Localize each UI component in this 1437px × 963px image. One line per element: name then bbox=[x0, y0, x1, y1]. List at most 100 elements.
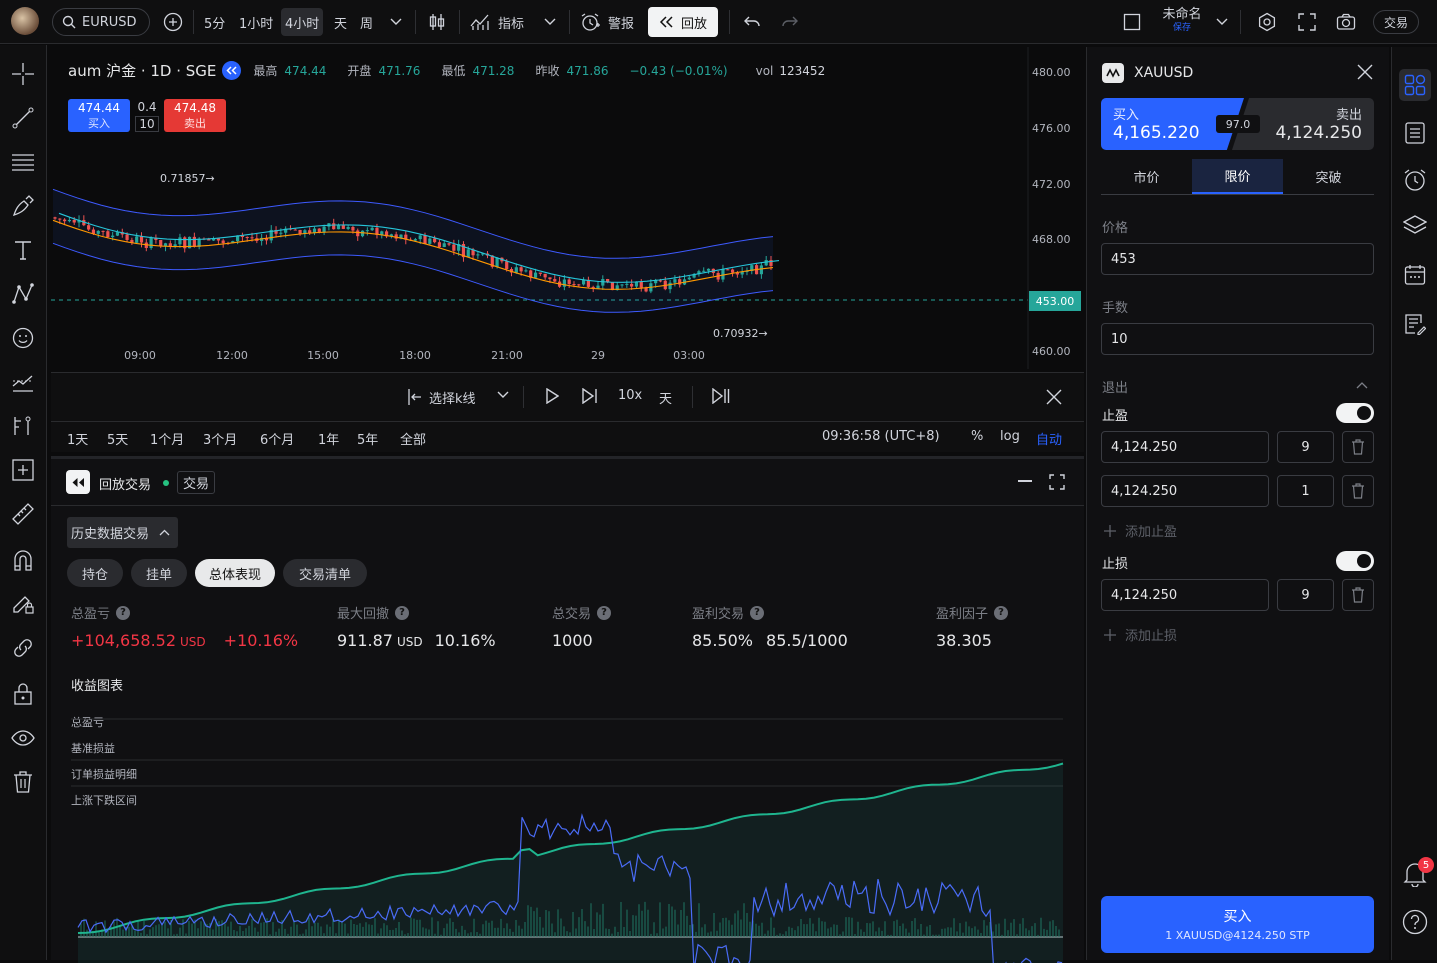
add-take-profit-button[interactable]: 添加止盈 bbox=[1103, 521, 1177, 540]
collapse-exit-button[interactable] bbox=[1356, 382, 1368, 389]
screenshot-button[interactable] bbox=[1335, 8, 1357, 36]
range-item[interactable]: 1年 bbox=[318, 429, 339, 448]
delete-drawings-tool[interactable] bbox=[10, 769, 36, 795]
speed-button[interactable]: 10x bbox=[618, 388, 642, 403]
panel-tag[interactable]: 交易 bbox=[177, 471, 215, 494]
add-symbol-button[interactable] bbox=[162, 8, 184, 36]
tp-price-input-1[interactable]: 4,124.250 bbox=[1101, 431, 1269, 463]
take-profit-toggle[interactable] bbox=[1336, 403, 1374, 423]
symbol-search-button[interactable]: EURUSD bbox=[52, 8, 150, 36]
help-icon[interactable]: ? bbox=[750, 606, 764, 620]
percent-scale-toggle[interactable]: % bbox=[971, 429, 983, 444]
emoji-tool[interactable] bbox=[10, 325, 36, 351]
sl-price-input-1[interactable]: 4,124.250 bbox=[1101, 579, 1269, 611]
interval-4h[interactable]: 4小时 bbox=[281, 8, 323, 36]
interval-1h[interactable]: 1小时 bbox=[235, 8, 277, 36]
text-tool[interactable] bbox=[10, 237, 36, 263]
fib-tool[interactable] bbox=[10, 149, 36, 175]
tab-orders[interactable]: 挂单 bbox=[131, 559, 187, 587]
tab-trade-list[interactable]: 交易清单 bbox=[283, 559, 367, 587]
visibility-tool[interactable] bbox=[10, 725, 36, 751]
details-button[interactable] bbox=[1400, 118, 1430, 148]
redo-button[interactable] bbox=[780, 8, 800, 36]
help-icon[interactable]: ? bbox=[994, 606, 1008, 620]
brush-tool[interactable] bbox=[10, 193, 36, 219]
tp-qty-input-1[interactable]: 9 bbox=[1277, 431, 1334, 463]
stop-loss-toggle[interactable] bbox=[1336, 551, 1374, 571]
step-forward-button[interactable] bbox=[582, 388, 598, 404]
sl-qty-input-1[interactable]: 9 bbox=[1277, 579, 1334, 611]
tab-stop[interactable]: 突破 bbox=[1283, 159, 1374, 194]
link-tool[interactable] bbox=[10, 635, 36, 661]
calendar-button[interactable] bbox=[1400, 260, 1430, 290]
price-chart[interactable]: aum 沪金 · 1D · SGE 最高 474.44 开盘 471.76 最低… bbox=[51, 47, 1084, 369]
undo-button[interactable] bbox=[742, 8, 762, 36]
tab-limit[interactable]: 限价 bbox=[1192, 159, 1283, 194]
tp-delete-button-2[interactable] bbox=[1342, 475, 1374, 507]
clock-display[interactable]: 09:36:58 (UTC+8) bbox=[822, 429, 940, 444]
range-item[interactable]: 5天 bbox=[107, 429, 128, 448]
pattern-tool[interactable] bbox=[10, 281, 36, 307]
add-stop-loss-button[interactable]: 添加止损 bbox=[1103, 625, 1177, 644]
range-item[interactable]: 全部 bbox=[400, 429, 426, 448]
tab-performance[interactable]: 总体表现 bbox=[195, 559, 275, 587]
help-icon[interactable]: ? bbox=[116, 606, 130, 620]
chart-type-button[interactable] bbox=[426, 8, 448, 36]
price-input[interactable]: 453 bbox=[1101, 243, 1374, 275]
crosshair-tool[interactable] bbox=[10, 61, 36, 87]
close-order-panel-button[interactable] bbox=[1357, 64, 1373, 80]
play-button[interactable] bbox=[545, 388, 559, 404]
mode-dropdown[interactable]: 历史数据交易 bbox=[67, 517, 178, 548]
help-button[interactable] bbox=[1400, 907, 1430, 937]
object-tree-button[interactable] bbox=[1400, 211, 1430, 241]
interval-5m[interactable]: 5分 bbox=[200, 8, 229, 36]
maximize-panel-button[interactable] bbox=[1049, 474, 1065, 490]
interval-1d[interactable]: 天 bbox=[330, 8, 351, 36]
watchlist-button[interactable] bbox=[1399, 69, 1431, 101]
lock-tool[interactable] bbox=[10, 681, 36, 707]
minimize-panel-button[interactable] bbox=[1018, 480, 1032, 482]
tp-qty-input-2[interactable]: 1 bbox=[1277, 475, 1334, 507]
select-bar-button[interactable]: 选择k线 bbox=[407, 386, 476, 408]
tab-market[interactable]: 市价 bbox=[1101, 159, 1192, 194]
tp-price-input-2[interactable]: 4,124.250 bbox=[1101, 475, 1269, 507]
help-icon[interactable]: ? bbox=[597, 606, 611, 620]
indicators-button[interactable]: 指标 bbox=[470, 8, 524, 36]
help-icon[interactable]: ? bbox=[395, 606, 409, 620]
magnet-tool[interactable] bbox=[10, 547, 36, 573]
jump-to-realtime-button[interactable] bbox=[712, 388, 730, 404]
lock-drawing-tool[interactable] bbox=[10, 591, 36, 617]
ruler-tool[interactable] bbox=[10, 501, 36, 527]
replay-button[interactable]: 回放 bbox=[648, 7, 718, 37]
step-interval-button[interactable]: 天 bbox=[659, 388, 672, 407]
auto-scale-toggle[interactable]: 自动 bbox=[1036, 429, 1062, 448]
submit-order-button[interactable]: 买入 1 XAUUSD@4124.250 STP bbox=[1101, 896, 1374, 953]
interval-1w[interactable]: 周 bbox=[356, 8, 377, 36]
indicators-dropdown[interactable] bbox=[542, 8, 558, 36]
tab-positions[interactable]: 持仓 bbox=[67, 559, 123, 587]
close-replay-button[interactable] bbox=[1046, 389, 1062, 405]
measure-tool[interactable] bbox=[10, 457, 36, 483]
notes-button[interactable] bbox=[1400, 309, 1430, 339]
tp-delete-button-1[interactable] bbox=[1342, 431, 1374, 463]
user-avatar[interactable] bbox=[11, 7, 39, 35]
layout-name-button[interactable]: 未命名 保存 bbox=[1160, 8, 1204, 33]
alert-button[interactable]: 警报 bbox=[580, 8, 634, 36]
sl-delete-button-1[interactable] bbox=[1342, 579, 1374, 611]
range-item[interactable]: 1天 bbox=[67, 429, 88, 448]
range-item[interactable]: 6个月 bbox=[260, 429, 294, 448]
trade-button[interactable]: 交易 bbox=[1373, 10, 1419, 34]
long-position-tool[interactable] bbox=[10, 413, 36, 439]
layout-dropdown[interactable] bbox=[1215, 8, 1229, 36]
layout-button[interactable] bbox=[1122, 8, 1142, 36]
alerts-button[interactable] bbox=[1400, 165, 1430, 195]
select-bar-dropdown[interactable] bbox=[497, 391, 509, 399]
log-scale-toggle[interactable]: log bbox=[1000, 429, 1020, 444]
range-item[interactable]: 1个月 bbox=[150, 429, 184, 448]
settings-button[interactable] bbox=[1256, 8, 1278, 36]
range-item[interactable]: 3个月 bbox=[203, 429, 237, 448]
trend-line-tool[interactable] bbox=[10, 105, 36, 131]
range-item[interactable]: 5年 bbox=[357, 429, 378, 448]
quantity-input[interactable]: 10 bbox=[1101, 323, 1374, 355]
interval-dropdown[interactable] bbox=[388, 8, 404, 36]
